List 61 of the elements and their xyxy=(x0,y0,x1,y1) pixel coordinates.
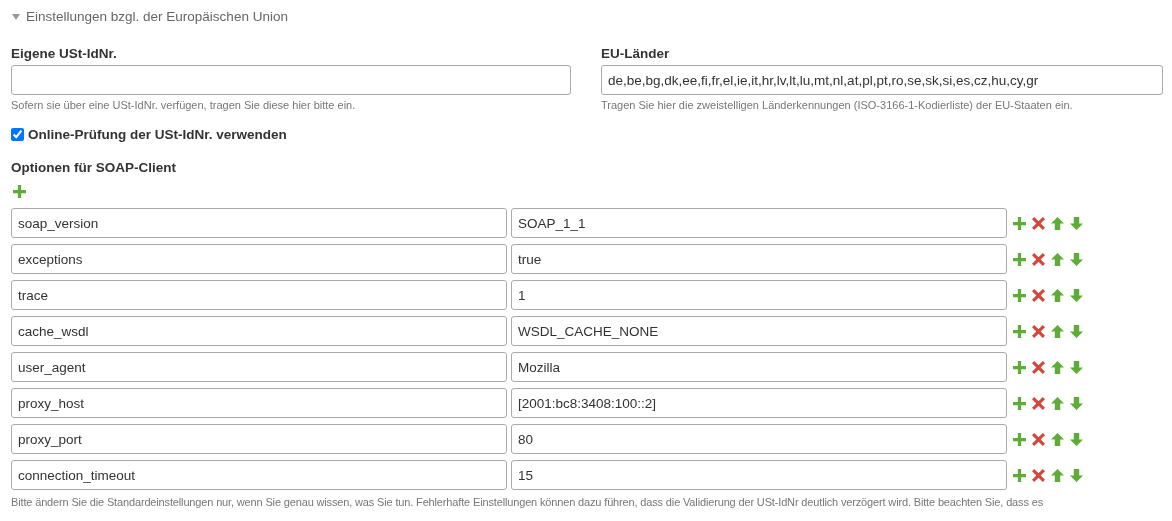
option-key-field[interactable]: proxy_host xyxy=(11,388,507,418)
delete-icon[interactable] xyxy=(1032,468,1045,482)
delete-icon[interactable] xyxy=(1032,360,1045,374)
delete-icon[interactable] xyxy=(1032,396,1045,410)
input-field[interactable]: de,be,bg,dk,ee,fi,fr,el,ie,it,hr,lv,lt,lu,mt,nl,at,pl,pt,ro,se,sk,si,es,cz,hu,cy,gr xyxy=(601,65,1163,95)
arrow-up-icon[interactable] xyxy=(1051,324,1064,338)
delete-icon[interactable] xyxy=(1032,324,1045,338)
add-icon[interactable] xyxy=(1013,324,1026,338)
checkbox-label: Online-Prüfung der USt-IdNr. verwenden xyxy=(28,127,287,142)
option-key-field[interactable]: exceptions xyxy=(11,244,507,274)
add-icon[interactable] xyxy=(1013,468,1026,482)
arrow-down-icon[interactable] xyxy=(1070,288,1083,302)
option-value-field[interactable]: true xyxy=(511,244,1007,274)
delete-icon[interactable] xyxy=(1032,252,1045,266)
arrow-up-icon[interactable] xyxy=(1051,432,1064,446)
arrow-up-icon[interactable] xyxy=(1051,360,1064,374)
delete-icon[interactable] xyxy=(1032,432,1045,446)
arrow-down-icon[interactable] xyxy=(1070,252,1083,266)
arrow-down-icon[interactable] xyxy=(1070,360,1083,374)
option-key-field[interactable]: soap_version xyxy=(11,208,507,238)
add-icon[interactable] xyxy=(1013,288,1026,302)
option-key-field[interactable]: cache_wsdl xyxy=(11,316,507,346)
help-text: Sofern sie über eine USt-IdNr. verfügen, tragen Sie diese hier bitte ein. xyxy=(11,99,357,111)
option-value-field[interactable]: 80 xyxy=(511,424,1007,454)
arrow-down-icon[interactable] xyxy=(1070,324,1083,338)
option-key-field[interactable]: connection_timeout xyxy=(11,460,507,490)
arrow-up-icon[interactable] xyxy=(1051,396,1064,410)
add-icon[interactable] xyxy=(1013,432,1026,446)
arrow-down-icon[interactable] xyxy=(1070,432,1083,446)
arrow-down-icon[interactable] xyxy=(1070,216,1083,230)
option-value-field[interactable]: 15 xyxy=(511,460,1007,490)
add-icon[interactable] xyxy=(1013,216,1026,230)
add-icon[interactable] xyxy=(1013,360,1026,374)
help-text: Bitte ändern Sie die Standardeinstellungen nur, wenn Sie genau wissen, was Sie tun. Fehlerhafte Einstellungen können dazu führen, dass die Validierung der USt-IdNr deutlich verzögert wird. Bitte beachten Sie, dass es xyxy=(11,496,1044,508)
option-value-field[interactable]: Mozilla xyxy=(511,352,1007,382)
section-toggle[interactable]: Einstellungen bzgl. der Europäischen Union xyxy=(11,9,1163,24)
option-key-field[interactable]: user_agent xyxy=(11,352,507,382)
add-icon[interactable] xyxy=(1013,396,1026,410)
help-text: Tragen Sie hier die zweistelligen Länderkennungen (ISO-3166-1-Kodierliste) der EU-Staaten ein. xyxy=(601,99,1074,111)
arrow-down-icon[interactable] xyxy=(1070,396,1083,410)
arrow-up-icon[interactable] xyxy=(1051,288,1064,302)
caret-icon xyxy=(12,12,20,21)
option-value-field[interactable]: SOAP_1_1 xyxy=(511,208,1007,238)
option-value-field[interactable]: WSDL_CACHE_NONE xyxy=(511,316,1007,346)
arrow-up-icon[interactable] xyxy=(1051,252,1064,266)
delete-icon[interactable] xyxy=(1032,216,1045,230)
arrow-down-icon[interactable] xyxy=(1070,468,1083,482)
add-icon[interactable] xyxy=(13,185,26,198)
input-field[interactable] xyxy=(11,65,571,95)
arrow-up-icon[interactable] xyxy=(1051,468,1064,482)
arrow-up-icon[interactable] xyxy=(1051,216,1064,230)
option-value-field[interactable]: 1 xyxy=(511,280,1007,310)
field-label: EU-Länder xyxy=(601,46,671,61)
add-icon[interactable] xyxy=(1013,252,1026,266)
checkbox[interactable] xyxy=(11,128,24,141)
option-key-field[interactable]: proxy_port xyxy=(11,424,507,454)
delete-icon[interactable] xyxy=(1032,288,1045,302)
section-label: Optionen für SOAP-Client xyxy=(11,160,177,175)
field-label: Eigene USt-IdNr. xyxy=(11,46,118,61)
option-key-field[interactable]: trace xyxy=(11,280,507,310)
option-value-field[interactable]: [2001:bc8:3408:100::2] xyxy=(511,388,1007,418)
